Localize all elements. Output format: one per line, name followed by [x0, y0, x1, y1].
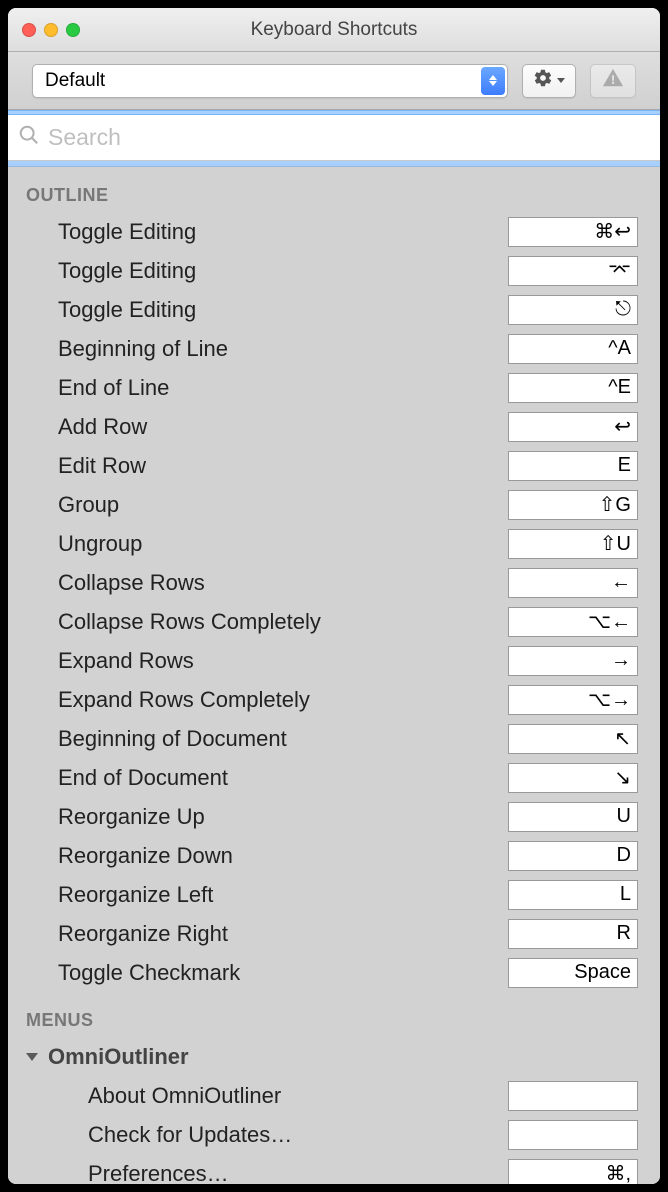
- shortcut-field[interactable]: R: [508, 919, 638, 949]
- shortcut-label: Check for Updates…: [8, 1122, 508, 1148]
- menu-group-title: OmniOutliner: [48, 1044, 189, 1070]
- shortcut-field[interactable]: ^A: [508, 334, 638, 364]
- shortcut-field[interactable]: [508, 1081, 638, 1111]
- shortcut-row: Toggle Editing⌘↩: [8, 212, 660, 251]
- warning-icon: [601, 67, 625, 94]
- preset-value: Default: [45, 70, 105, 92]
- shortcut-field[interactable]: ←: [508, 568, 638, 598]
- shortcut-field[interactable]: ↩: [508, 412, 638, 442]
- shortcut-label: Expand Rows: [8, 648, 508, 674]
- preset-dropdown[interactable]: Default: [32, 64, 508, 98]
- shortcut-row: Expand Rows→: [8, 641, 660, 680]
- shortcut-label: Expand Rows Completely: [8, 687, 508, 713]
- window: Keyboard Shortcuts Default: [8, 8, 660, 1184]
- shortcut-field[interactable]: ⌥→: [508, 685, 638, 715]
- dropdown-chevrons-icon: [481, 67, 505, 95]
- shortcut-row: Collapse Rows←: [8, 563, 660, 602]
- shortcut-row: Beginning of Line^A: [8, 329, 660, 368]
- shortcut-row: Toggle Editing⌤: [8, 251, 660, 290]
- shortcut-label: Collapse Rows Completely: [8, 609, 508, 635]
- shortcut-field[interactable]: [508, 1120, 638, 1150]
- shortcut-field[interactable]: ⌘,: [508, 1159, 638, 1185]
- shortcut-row: Reorganize DownD: [8, 836, 660, 875]
- shortcut-label: Reorganize Up: [8, 804, 508, 830]
- titlebar: Keyboard Shortcuts: [8, 8, 660, 52]
- shortcut-label: Reorganize Right: [8, 921, 508, 947]
- shortcut-field[interactable]: ⌥←: [508, 607, 638, 637]
- shortcut-label: Reorganize Left: [8, 882, 508, 908]
- shortcut-label: End of Document: [8, 765, 508, 791]
- window-title: Keyboard Shortcuts: [8, 19, 660, 41]
- search-icon: [18, 124, 40, 151]
- shortcut-label: End of Line: [8, 375, 508, 401]
- zoom-button[interactable]: [66, 23, 80, 37]
- shortcut-row: Beginning of Document↖: [8, 719, 660, 758]
- shortcut-label: Ungroup: [8, 531, 508, 557]
- shortcut-label: Edit Row: [8, 453, 508, 479]
- shortcut-field[interactable]: ⇧G: [508, 490, 638, 520]
- chevron-down-icon: [557, 78, 565, 83]
- shortcut-label: Toggle Checkmark: [8, 960, 508, 986]
- shortcut-label: Toggle Editing: [8, 297, 508, 323]
- shortcut-label: Beginning of Document: [8, 726, 508, 752]
- shortcut-field[interactable]: ⇧U: [508, 529, 638, 559]
- shortcut-label: Preferences…: [8, 1161, 508, 1185]
- shortcut-field[interactable]: Space: [508, 958, 638, 988]
- shortcut-field[interactable]: L: [508, 880, 638, 910]
- shortcut-row: Group⇧G: [8, 485, 660, 524]
- shortcut-row: Reorganize UpU: [8, 797, 660, 836]
- shortcut-label: Reorganize Down: [8, 843, 508, 869]
- shortcut-label: Beginning of Line: [8, 336, 508, 362]
- close-button[interactable]: [22, 23, 36, 37]
- shortcut-field[interactable]: E: [508, 451, 638, 481]
- shortcut-field[interactable]: →: [508, 646, 638, 676]
- shortcut-field[interactable]: ↘: [508, 763, 638, 793]
- gear-icon: [533, 68, 553, 93]
- shortcut-field[interactable]: ↖: [508, 724, 638, 754]
- section-header-menus: MENUS: [8, 992, 660, 1037]
- shortcut-label: Add Row: [8, 414, 508, 440]
- shortcut-row: Reorganize LeftL: [8, 875, 660, 914]
- shortcut-row: Toggle Editing⎋: [8, 290, 660, 329]
- menu-group-header[interactable]: OmniOutliner: [8, 1037, 660, 1076]
- disclosure-triangle-icon: [26, 1053, 38, 1061]
- shortcut-field[interactable]: ⎋: [508, 295, 638, 325]
- shortcut-row: Reorganize RightR: [8, 914, 660, 953]
- toolbar: Default: [8, 52, 660, 110]
- content-area: OUTLINE Toggle Editing⌘↩Toggle Editing⌤T…: [8, 167, 660, 1184]
- shortcut-row: About OmniOutliner: [8, 1076, 660, 1115]
- traffic-lights: [8, 23, 80, 37]
- minimize-button[interactable]: [44, 23, 58, 37]
- shortcut-label: Group: [8, 492, 508, 518]
- shortcut-label: Toggle Editing: [8, 258, 508, 284]
- shortcut-row: Toggle CheckmarkSpace: [8, 953, 660, 992]
- shortcut-row: Expand Rows Completely⌥→: [8, 680, 660, 719]
- search-row: [8, 115, 660, 161]
- search-input[interactable]: [48, 124, 650, 151]
- actions-button[interactable]: [522, 64, 576, 98]
- shortcut-row: Preferences…⌘,: [8, 1154, 660, 1184]
- shortcut-label: Collapse Rows: [8, 570, 508, 596]
- shortcut-row: End of Document↘: [8, 758, 660, 797]
- warnings-button[interactable]: [590, 64, 636, 98]
- shortcut-label: About OmniOutliner: [8, 1083, 508, 1109]
- shortcut-row: Edit RowE: [8, 446, 660, 485]
- shortcut-row: Ungroup⇧U: [8, 524, 660, 563]
- shortcut-row: Add Row↩: [8, 407, 660, 446]
- shortcut-field[interactable]: ⌘↩: [508, 217, 638, 247]
- shortcut-field[interactable]: ⌤: [508, 256, 638, 286]
- shortcut-field[interactable]: D: [508, 841, 638, 871]
- shortcut-label: Toggle Editing: [8, 219, 508, 245]
- shortcut-row: Collapse Rows Completely⌥←: [8, 602, 660, 641]
- shortcut-row: End of Line^E: [8, 368, 660, 407]
- section-header-outline: OUTLINE: [8, 167, 660, 212]
- shortcut-field[interactable]: U: [508, 802, 638, 832]
- shortcut-row: Check for Updates…: [8, 1115, 660, 1154]
- shortcut-field[interactable]: ^E: [508, 373, 638, 403]
